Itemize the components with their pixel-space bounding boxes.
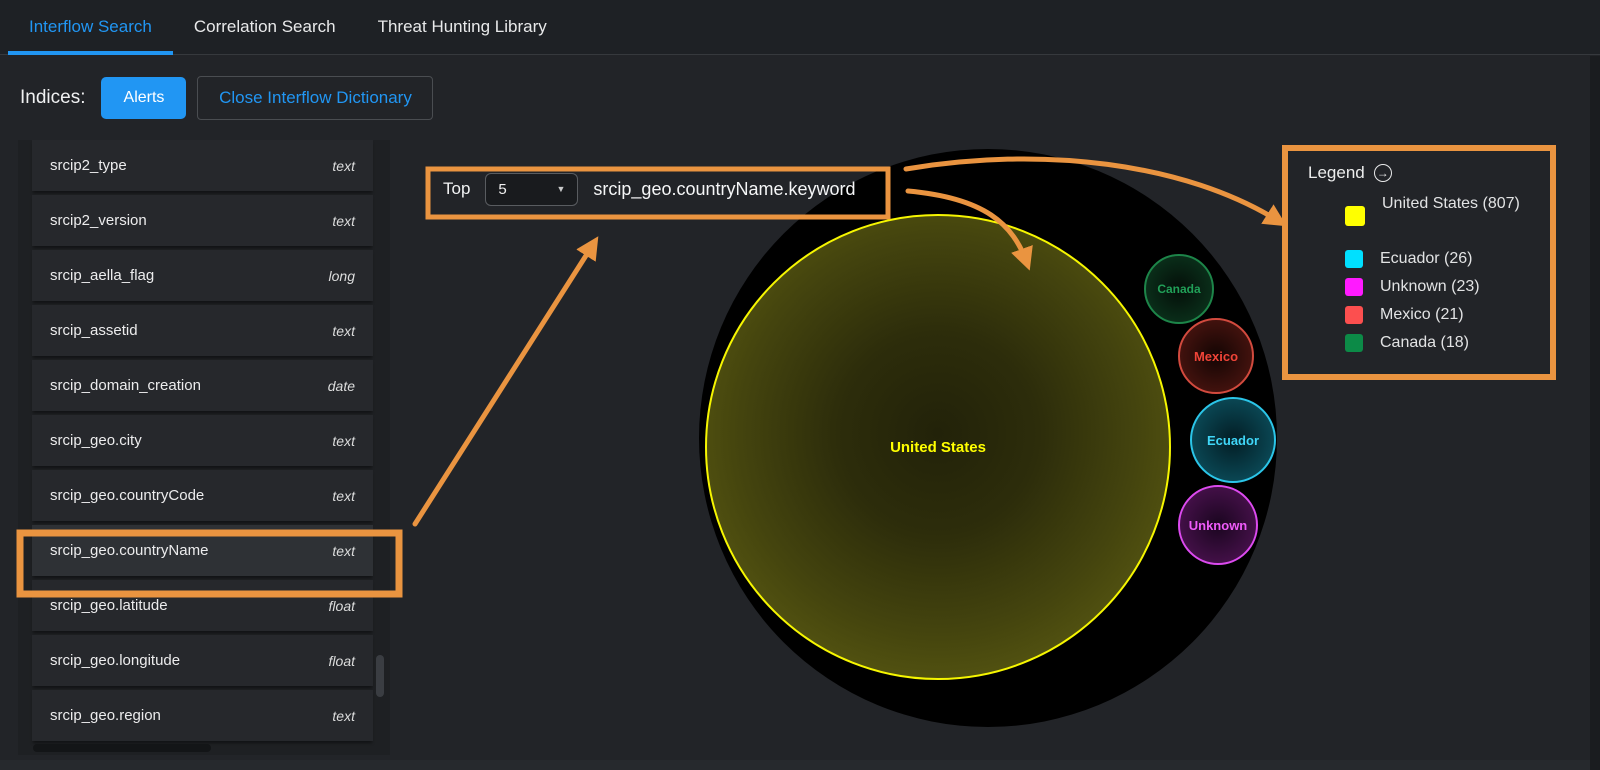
legend-label: Ecuador (26) xyxy=(1380,250,1473,268)
page-scrollbar-track[interactable] xyxy=(1590,56,1600,770)
legend-swatch-canada xyxy=(1345,334,1363,352)
legend-label: Canada (18) xyxy=(1380,334,1469,352)
bubble-unknown[interactable]: Unknown xyxy=(1178,485,1258,565)
bubble-mexico[interactable]: Mexico xyxy=(1178,318,1254,394)
legend-label: Mexico (21) xyxy=(1380,306,1464,324)
bubble-canada[interactable]: Canada xyxy=(1144,254,1214,324)
legend-swatch-united-states xyxy=(1345,206,1365,226)
bubble-ecuador[interactable]: Ecuador xyxy=(1190,397,1276,483)
legend-swatch-mexico xyxy=(1345,306,1363,324)
bubble-label: Ecuador xyxy=(1207,433,1259,448)
bubble-label: Unknown xyxy=(1189,518,1248,533)
legend-items: United States (807) Ecuador (26) Unknown… xyxy=(1308,195,1553,357)
legend-row: Canada (18) xyxy=(1345,329,1553,357)
bubble-label: Mexico xyxy=(1194,349,1238,364)
arrow-circle-right-icon[interactable]: → xyxy=(1374,164,1392,182)
legend-row: Unknown (23) xyxy=(1345,273,1553,301)
top-count-value: 5 xyxy=(498,181,506,198)
top-n-control: Top 5 ▼ srcip_geo.countryName.keyword xyxy=(443,172,856,206)
legend-title: Legend → xyxy=(1308,163,1553,183)
legend-row: Mexico (21) xyxy=(1345,301,1553,329)
legend-row: United States (807) xyxy=(1345,195,1553,245)
bubble-label: Canada xyxy=(1157,282,1200,296)
legend-label: Unknown (23) xyxy=(1380,278,1480,296)
legend-panel: Legend → United States (807) Ecuador (26… xyxy=(1285,148,1553,377)
top-label: Top xyxy=(443,179,470,199)
legend-swatch-ecuador xyxy=(1345,250,1363,268)
bottom-bar xyxy=(0,760,1600,770)
top-count-dropdown[interactable]: 5 ▼ xyxy=(485,173,578,206)
top-field-label: srcip_geo.countryName.keyword xyxy=(593,179,855,200)
legend-row: Ecuador (26) xyxy=(1345,245,1553,273)
bubble-label: United States xyxy=(890,439,986,456)
bubble-chart: United States Canada Mexico Ecuador Unkn… xyxy=(0,0,1600,770)
legend-label: United States (807) xyxy=(1382,195,1520,213)
legend-title-label: Legend xyxy=(1308,163,1365,183)
bubble-united-states[interactable]: United States xyxy=(705,214,1171,680)
chevron-down-icon: ▼ xyxy=(557,184,566,194)
legend-swatch-unknown xyxy=(1345,278,1363,296)
